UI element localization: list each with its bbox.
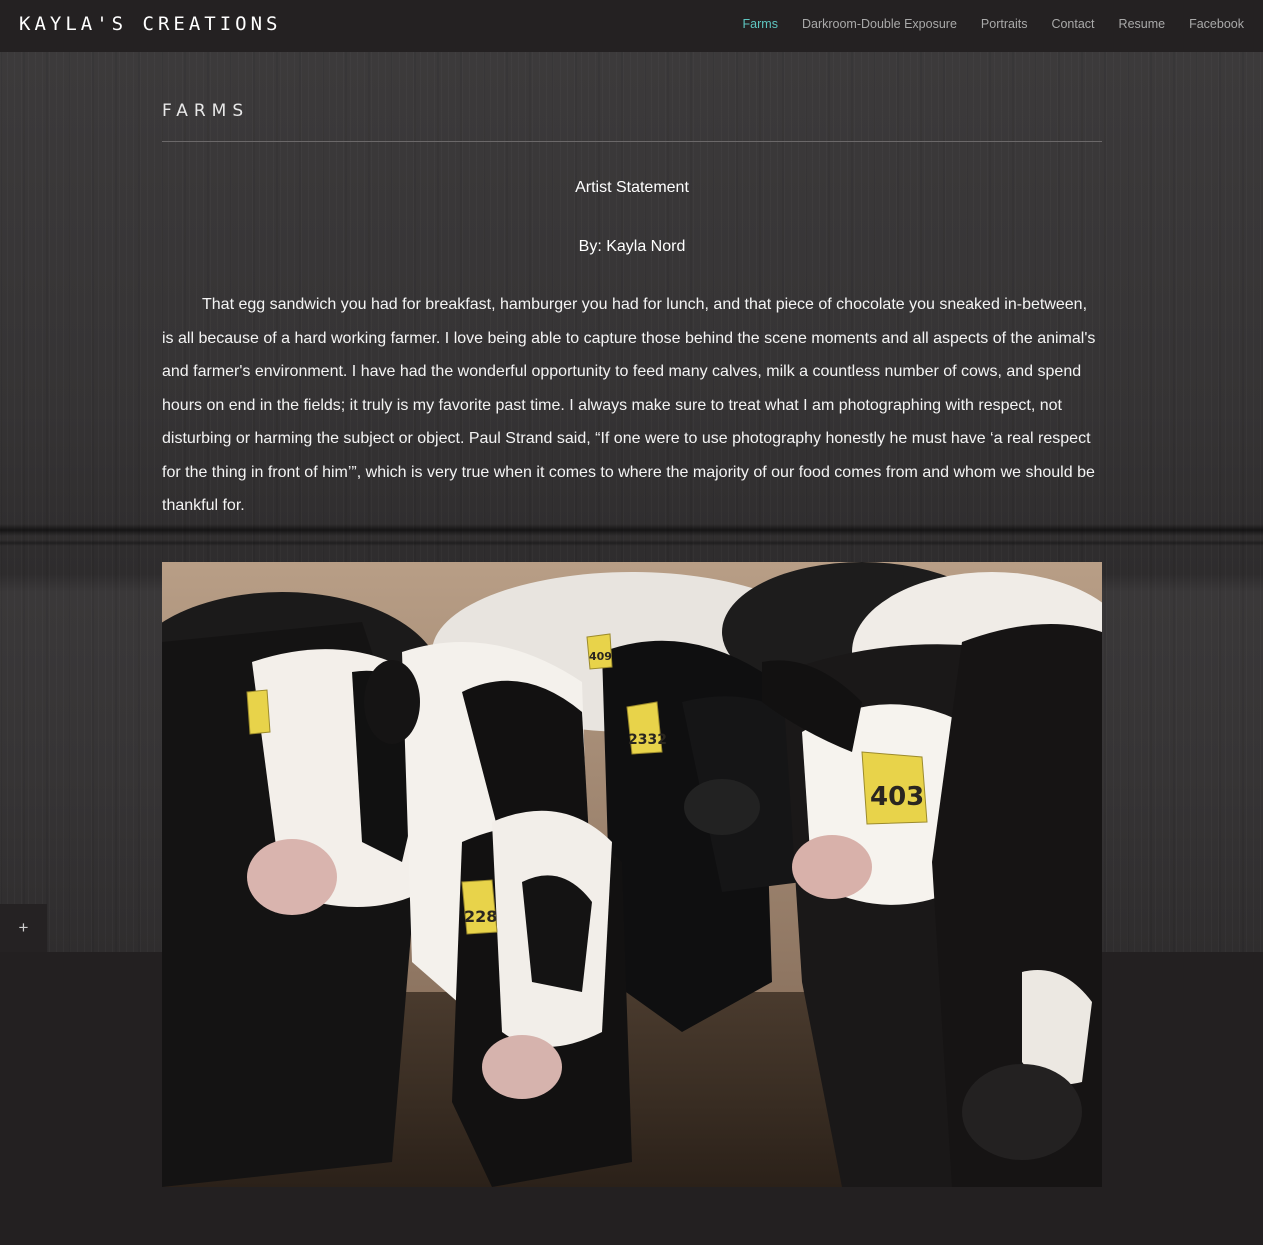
svg-text:403: 403: [870, 782, 924, 812]
nav-item-darkroom-double-exposure[interactable]: Darkroom-Double Exposure: [802, 17, 957, 31]
page-title: FARMS: [162, 101, 250, 121]
cows-photo-illustration: 403 2332 228 409: [162, 562, 1102, 1187]
top-navigation-bar: Kayla's Creations Farms Darkroom-Double …: [0, 0, 1263, 52]
nav-item-resume[interactable]: Resume: [1119, 17, 1166, 31]
cows-photo[interactable]: 403 2332 228 409: [162, 562, 1102, 1187]
nav-item-portraits[interactable]: Portraits: [981, 17, 1028, 31]
author-byline: By: Kayla Nord: [578, 238, 686, 255]
svg-text:228: 228: [464, 907, 497, 926]
main-nav: Farms Darkroom-Double Exposure Portraits…: [743, 17, 1244, 31]
title-divider: [162, 141, 1102, 142]
nav-item-contact[interactable]: Contact: [1051, 17, 1094, 31]
artist-statement-heading: Artist Statement: [575, 179, 689, 196]
svg-text:409: 409: [589, 650, 612, 663]
background-seam: [0, 524, 1263, 536]
nav-item-facebook[interactable]: Facebook: [1189, 17, 1244, 31]
artist-statement-text: That egg sandwich you had for breakfast,…: [162, 296, 1096, 514]
site-logo[interactable]: Kayla's Creations: [19, 13, 281, 35]
background-seam: [0, 540, 1263, 546]
svg-text:2332: 2332: [628, 732, 667, 748]
expand-plus-button[interactable]: +: [0, 904, 47, 952]
nav-item-farms[interactable]: Farms: [743, 17, 778, 31]
